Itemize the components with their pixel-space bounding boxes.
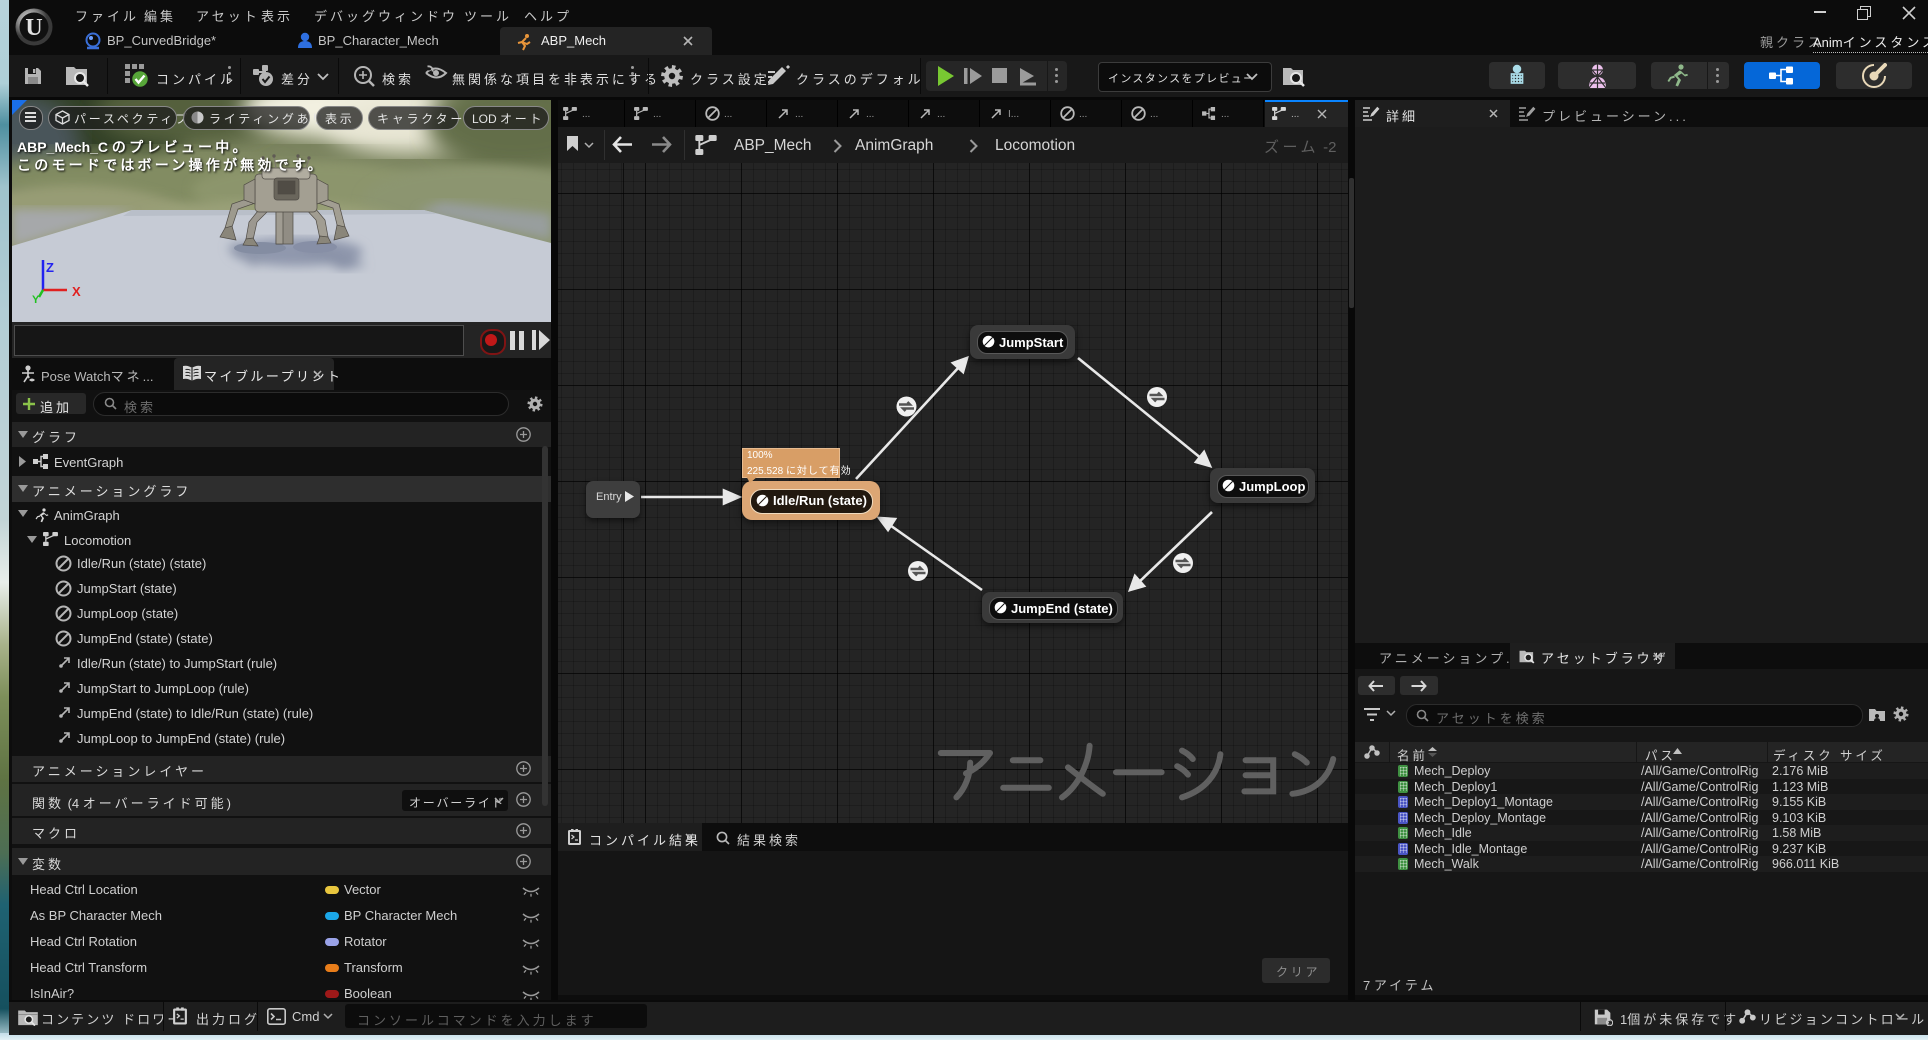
svg-text:U: U [25,15,42,41]
svg-text:X: X [72,284,81,299]
svg-text:Y: Y [32,294,40,306]
svg-text:Z: Z [46,260,54,275]
